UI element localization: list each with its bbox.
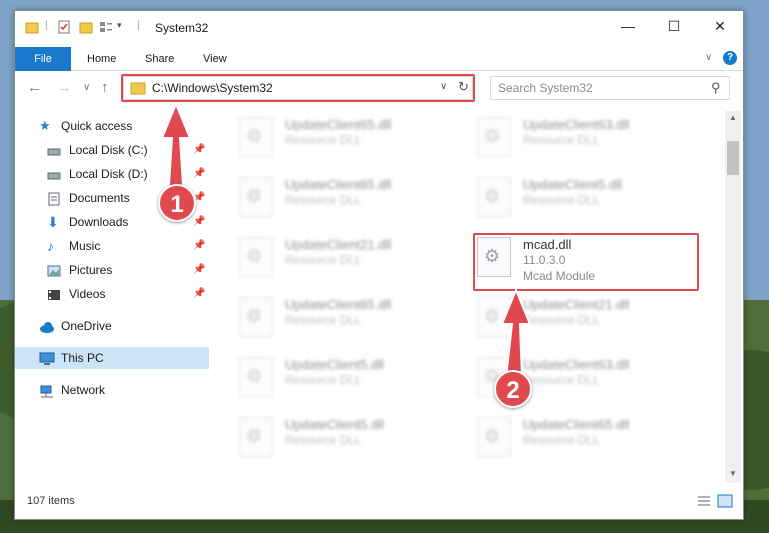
pin-icon[interactable]: 📌 bbox=[193, 139, 205, 161]
search-icon[interactable]: ⚲ bbox=[711, 80, 721, 96]
dll-file-icon bbox=[239, 297, 273, 337]
chevron-down-icon[interactable]: ▾ bbox=[117, 20, 131, 34]
help-icon[interactable]: ? bbox=[723, 51, 737, 65]
scroll-up-icon[interactable]: ▲ bbox=[729, 113, 737, 122]
step-badge-1: 1 bbox=[158, 184, 196, 222]
file-item[interactable]: UpdateClient63.dll Resource DLL bbox=[455, 111, 675, 161]
videos-icon bbox=[47, 287, 61, 301]
details-view-icon[interactable] bbox=[697, 495, 711, 510]
file-item[interactable]: UpdateClient65.dll Resource DLL bbox=[455, 411, 675, 461]
pin-icon[interactable]: 📌 bbox=[193, 163, 205, 185]
navigation-pane: ★ Quick access Local Disk (C:) 📌 Local D… bbox=[15, 111, 211, 491]
sidebar-item-local-disk-d[interactable]: Local Disk (D:) 📌 bbox=[15, 163, 209, 185]
address-row: ← → ∨ ↑ C:\Windows\System32 ∨ ↻ Search S… bbox=[15, 73, 743, 103]
documents-icon bbox=[47, 191, 61, 206]
title-bar: | ▾ | System32 — ☐ ✕ bbox=[15, 11, 743, 43]
sidebar-item-onedrive[interactable]: OneDrive bbox=[15, 315, 209, 337]
sidebar-item-videos[interactable]: Videos 📌 bbox=[15, 283, 209, 305]
forward-arrow-icon[interactable]: → bbox=[57, 79, 72, 96]
sidebar-item-music[interactable]: ♪ Music 📌 bbox=[15, 235, 209, 257]
pin-icon[interactable]: 📌 bbox=[193, 283, 205, 305]
download-icon: ⬇ bbox=[47, 214, 59, 230]
dll-file-icon bbox=[239, 237, 273, 277]
sidebar-item-local-disk-c[interactable]: Local Disk (C:) 📌 bbox=[15, 139, 209, 161]
search-placeholder: Search System32 bbox=[498, 81, 593, 95]
search-input[interactable]: Search System32 ⚲ bbox=[490, 76, 730, 100]
file-item[interactable]: UpdateClient65.dll Resource DLL bbox=[217, 171, 437, 221]
pictures-icon bbox=[47, 263, 61, 277]
drive-icon bbox=[47, 167, 61, 181]
address-highlight-box bbox=[121, 74, 475, 102]
file-item[interactable]: UpdateClient65.dll Resource DLL bbox=[217, 111, 437, 161]
close-button[interactable]: ✕ bbox=[697, 11, 743, 41]
file-highlight-box bbox=[473, 233, 699, 291]
maximize-button[interactable]: ☐ bbox=[651, 11, 697, 41]
sidebar-item-this-pc[interactable]: This PC bbox=[15, 347, 209, 369]
sidebar-item-network[interactable]: Network bbox=[15, 379, 209, 401]
status-bar: 107 items bbox=[15, 485, 743, 519]
file-list: UpdateClient65.dll Resource DLL UpdateCl… bbox=[217, 111, 725, 481]
chevron-down-icon[interactable]: ∨ bbox=[705, 52, 712, 63]
scroll-down-icon[interactable]: ▼ bbox=[729, 469, 737, 478]
pin-icon[interactable]: 📌 bbox=[193, 259, 205, 281]
dll-file-icon bbox=[239, 177, 273, 217]
drive-icon bbox=[47, 143, 61, 157]
network-icon bbox=[39, 383, 53, 398]
pin-icon[interactable]: 📌 bbox=[193, 235, 205, 257]
cloud-icon bbox=[39, 319, 54, 333]
file-item[interactable]: UpdateClient63.dll Resource DLL bbox=[455, 351, 675, 401]
folder-icon bbox=[25, 20, 39, 34]
file-item[interactable]: UpdateClient21.dll Resource DLL bbox=[217, 231, 437, 281]
pin-icon[interactable]: 📌 bbox=[193, 211, 205, 233]
file-item[interactable]: UpdateClient5.dll Resource DLL bbox=[217, 351, 437, 401]
dll-file-icon bbox=[239, 357, 273, 397]
dll-file-icon bbox=[477, 177, 511, 217]
item-count: 107 items bbox=[27, 495, 75, 507]
window-title: System32 bbox=[155, 21, 209, 35]
tab-file[interactable]: File bbox=[15, 47, 71, 71]
view-options-icon[interactable] bbox=[99, 20, 113, 34]
scrollbar-thumb[interactable] bbox=[727, 141, 739, 175]
ribbon-tabs: File Home Share View ∨ ? bbox=[15, 47, 743, 71]
chevron-down-icon[interactable]: ∨ bbox=[83, 82, 90, 93]
music-icon: ♪ bbox=[47, 238, 54, 254]
dll-file-icon bbox=[477, 117, 511, 157]
file-item[interactable]: UpdateClient5.dll Resource DLL bbox=[455, 171, 675, 221]
star-icon: ★ bbox=[39, 118, 51, 133]
vertical-scrollbar[interactable]: ▲ ▼ bbox=[725, 111, 741, 483]
file-item[interactable]: UpdateClient21.dll Resource DLL bbox=[455, 291, 675, 341]
up-arrow-icon[interactable]: ↑ bbox=[101, 79, 109, 96]
dll-file-icon bbox=[477, 297, 511, 337]
properties-icon[interactable] bbox=[57, 20, 71, 34]
tab-share[interactable]: Share bbox=[133, 47, 186, 71]
minimize-button[interactable]: — bbox=[605, 11, 651, 41]
file-item[interactable]: UpdateClient5.dll Resource DLL bbox=[217, 411, 437, 461]
sidebar-item-pictures[interactable]: Pictures 📌 bbox=[15, 259, 209, 281]
dll-file-icon bbox=[239, 117, 273, 157]
separator-icon: | bbox=[137, 20, 140, 31]
new-folder-icon[interactable] bbox=[79, 20, 93, 34]
back-arrow-icon[interactable]: ← bbox=[27, 79, 42, 96]
large-icons-view-icon[interactable] bbox=[717, 494, 733, 511]
step-badge-2: 2 bbox=[494, 370, 532, 408]
dll-file-icon bbox=[239, 417, 273, 457]
computer-icon bbox=[39, 351, 55, 365]
sidebar-item-quick-access[interactable]: ★ Quick access bbox=[15, 115, 209, 137]
explorer-window: | ▾ | System32 — ☐ ✕ File Home Share Vie… bbox=[14, 10, 744, 520]
dll-file-icon bbox=[477, 417, 511, 457]
tab-home[interactable]: Home bbox=[75, 47, 128, 71]
file-item[interactable]: UpdateClient65.dll Resource DLL bbox=[217, 291, 437, 341]
tab-view[interactable]: View bbox=[191, 47, 239, 71]
